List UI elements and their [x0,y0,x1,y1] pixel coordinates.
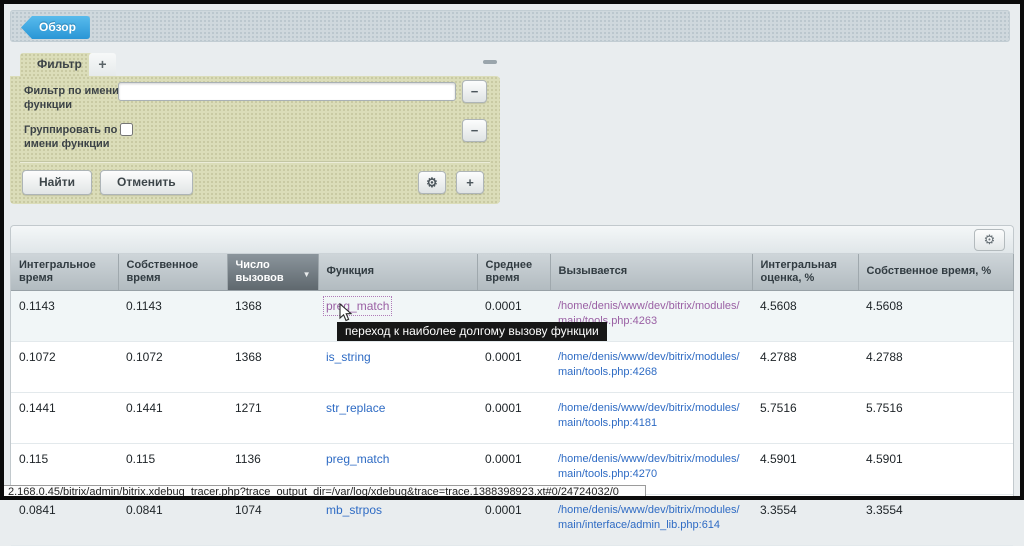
cell-own-time: 0.1143 [118,290,227,341]
cell-own-pct: 4.5901 [858,443,1013,494]
function-link[interactable]: is_string [326,350,371,364]
remove-group-filter-button[interactable]: − [462,119,487,142]
group-by-filter-label: Группировать по имени функции [24,123,122,151]
cell-avg-time: 0.0001 [477,392,550,443]
cell-integral-pct: 5.7516 [752,392,858,443]
grid-settings-gear-icon[interactable]: ⚙ [974,229,1005,251]
function-link[interactable]: mb_strpos [326,503,382,517]
caller-link[interactable]: /home/denis/www/dev/bitrix/modules/main/… [558,453,740,480]
cell-integral-time: 0.1441 [11,392,118,443]
cell-own-pct: 4.5608 [858,290,1013,341]
cell-integral-pct: 4.5901 [752,443,858,494]
add-filter-field-button[interactable]: + [456,171,484,194]
filter-settings-gear-icon[interactable]: ⚙ [418,171,446,194]
col-header-caller[interactable]: Вызывается [550,254,752,290]
cell-call-count: 1271 [227,392,318,443]
table-row: 0.1441 0.1441 1271 str_replace 0.0001 /h… [11,392,1013,443]
browser-status-bar: 2.168.0.45/bitrix/admin/bitrix.xdebug_tr… [4,485,646,499]
cell-integral-pct: 4.2788 [752,341,858,392]
add-filter-tab-button[interactable]: + [89,53,116,76]
table-header-row: Интегральное время Собственное время Чис… [11,254,1013,290]
sort-desc-icon: ▼ [303,268,311,281]
cell-own-time: 0.0841 [118,494,227,545]
filter-separator [20,161,490,163]
collapse-filter-icon[interactable] [483,60,497,64]
cell-integral-pct: 4.5608 [752,290,858,341]
trace-table: Интегральное время Собственное время Чис… [11,254,1014,546]
cell-integral-time: 0.1072 [11,341,118,392]
col-header-function[interactable]: Функция [318,254,477,290]
cell-integral-time: 0.0841 [11,494,118,545]
group-by-checkbox[interactable] [120,123,133,136]
cell-own-pct: 4.2788 [858,341,1013,392]
results-grid-panel: ⚙ Интегральное время Собственное время Ч… [10,225,1014,500]
remove-name-filter-button[interactable]: − [462,80,487,103]
cell-avg-time: 0.0001 [477,341,550,392]
col-header-own-time[interactable]: Собственное время [118,254,227,290]
cell-avg-time: 0.0001 [477,494,550,545]
col-header-own-pct[interactable]: Собственное время, % [858,254,1013,290]
cell-own-time: 0.1072 [118,341,227,392]
col-header-call-count[interactable]: Число вызовов ▼ [227,254,318,290]
cell-call-count: 1368 [227,290,318,341]
cell-integral-pct: 3.3554 [752,494,858,545]
col-header-integral-time[interactable]: Интегральное время [11,254,118,290]
cell-own-pct: 3.3554 [858,494,1013,545]
grid-toolbar: ⚙ [11,226,1013,254]
caller-link[interactable]: /home/denis/www/dev/bitrix/modules/main/… [558,402,740,429]
table-row: 0.1072 0.1072 1368 is_string 0.0001 /hom… [11,341,1013,392]
filter-panel: Фильтр по имени функции − Группировать п… [10,76,500,204]
function-name-filter-input[interactable] [118,82,456,101]
cell-call-count: 1074 [227,494,318,545]
col-header-integral-pct[interactable]: Интегральная оценка, % [752,254,858,290]
caller-link[interactable]: /home/denis/www/dev/bitrix/modules/main/… [558,351,740,378]
find-button[interactable]: Найти [22,170,92,195]
function-link[interactable]: str_replace [326,401,385,415]
mouse-cursor-icon [339,303,353,323]
col-header-avg-time[interactable]: Среднее время [477,254,550,290]
cell-call-count: 1368 [227,341,318,392]
cancel-button[interactable]: Отменить [100,170,193,195]
tab-filter[interactable]: Фильтр [20,53,99,76]
top-bar: Обзор [10,10,1010,42]
function-link-tooltip: переход к наиболее долгому вызову функци… [337,322,607,341]
cell-own-time: 0.1441 [118,392,227,443]
table-row: 0.0841 0.0841 1074 mb_strpos 0.0001 /hom… [11,494,1013,545]
function-link[interactable]: preg_match [326,299,389,313]
caller-link[interactable]: /home/denis/www/dev/bitrix/modules/main/… [558,504,740,531]
cell-integral-time: 0.1143 [11,290,118,341]
back-button[interactable]: Обзор [21,16,90,39]
function-link[interactable]: preg_match [326,452,389,466]
function-name-filter-label: Фильтр по имени функции [24,84,122,112]
cell-own-pct: 5.7516 [858,392,1013,443]
